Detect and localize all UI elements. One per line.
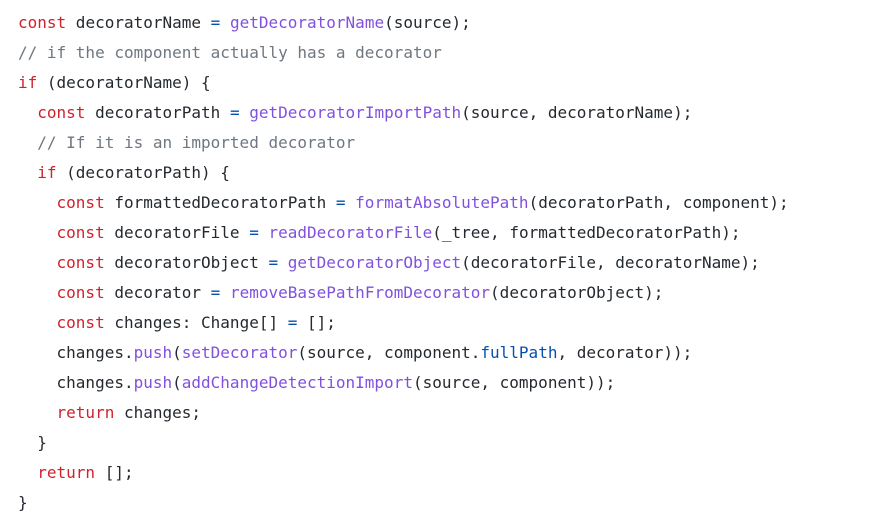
code-token: const bbox=[56, 283, 105, 302]
code-token: = bbox=[287, 313, 298, 332]
code-token: const bbox=[56, 253, 105, 272]
code-line: const decoratorFile = readDecoratorFile(… bbox=[18, 218, 741, 248]
code-token: return bbox=[56, 403, 115, 422]
code-line: const decoratorPath = getDecoratorImport… bbox=[18, 98, 692, 128]
code-token: = bbox=[268, 253, 279, 272]
code-token: setDecorator bbox=[181, 343, 298, 362]
code-token: (decoratorPath) { bbox=[56, 163, 230, 182]
code-token: []; bbox=[95, 463, 134, 482]
code-token: } bbox=[18, 493, 28, 512]
code-token: formatAbsolutePath bbox=[355, 193, 529, 212]
code-token: changes; bbox=[114, 403, 202, 422]
code-line: } bbox=[18, 488, 28, 518]
code-token: changes. bbox=[18, 343, 134, 362]
code-token: ( bbox=[172, 373, 182, 392]
code-token: (source, component. bbox=[297, 343, 481, 362]
code-token: decoratorFile bbox=[104, 223, 250, 242]
code-token: readDecoratorFile bbox=[268, 223, 433, 242]
code-line: const decoratorName = getDecoratorName(s… bbox=[18, 8, 471, 38]
code-token: (_tree, formattedDecoratorPath); bbox=[432, 223, 741, 242]
code-token: fullPath bbox=[480, 343, 558, 362]
code-token: push bbox=[133, 373, 173, 392]
code-token: (decoratorObject); bbox=[490, 283, 664, 302]
code-token: = bbox=[249, 223, 259, 242]
code-token: const bbox=[56, 193, 105, 212]
code-line: const formattedDecoratorPath = formatAbs… bbox=[18, 188, 789, 218]
code-token: changes: Change[] bbox=[104, 313, 288, 332]
code-line: } bbox=[18, 428, 47, 458]
code-line: const changes: Change[] = []; bbox=[18, 308, 336, 338]
code-token: // If it is an imported decorator bbox=[37, 133, 356, 152]
code-token: } bbox=[18, 433, 47, 452]
code-token: removeBasePathFromDecorator bbox=[229, 283, 491, 302]
code-token: ( bbox=[172, 343, 182, 362]
code-token: // if the component actually has a decor… bbox=[18, 43, 442, 62]
code-token: getDecoratorImportPath bbox=[249, 103, 462, 122]
code-token: if bbox=[18, 73, 38, 92]
code-token: = bbox=[210, 13, 221, 32]
code-token: push bbox=[133, 343, 173, 362]
code-token: decoratorObject bbox=[104, 253, 269, 272]
code-token: (source); bbox=[384, 13, 471, 32]
code-token: formattedDecoratorPath bbox=[104, 193, 336, 212]
code-token: (decoratorFile, decoratorName); bbox=[461, 253, 760, 272]
code-line: if (decoratorName) { bbox=[18, 68, 211, 98]
code-line: // if the component actually has a decor… bbox=[18, 38, 442, 68]
code-line: const decoratorObject = getDecoratorObje… bbox=[18, 248, 760, 278]
code-token: (source, decoratorName); bbox=[461, 103, 693, 122]
code-token: (decoratorPath, component); bbox=[528, 193, 789, 212]
code-token: getDecoratorObject bbox=[287, 253, 462, 272]
code-line: changes.push(setDecorator(source, compon… bbox=[18, 338, 693, 368]
code-token: = bbox=[335, 193, 346, 212]
code-token: const bbox=[56, 223, 105, 242]
code-token: getDecoratorName bbox=[229, 13, 385, 32]
code-line: return []; bbox=[18, 458, 134, 488]
code-line: // If it is an imported decorator bbox=[18, 128, 355, 158]
code-line: if (decoratorPath) { bbox=[18, 158, 230, 188]
code-token: , decorator)); bbox=[557, 343, 693, 362]
code-token: addChangeDetectionImport bbox=[181, 373, 413, 392]
code-token: decoratorName bbox=[66, 13, 211, 32]
code-token: (source, component)); bbox=[412, 373, 616, 392]
code-token: = bbox=[210, 283, 221, 302]
code-token: const bbox=[18, 13, 67, 32]
code-token: (decoratorName) { bbox=[37, 73, 211, 92]
code-line: // bbox=[18, 0, 37, 8]
code-line: return changes; bbox=[18, 398, 202, 428]
code-token: if bbox=[37, 163, 57, 182]
code-token: const bbox=[37, 103, 86, 122]
code-token: changes. bbox=[18, 373, 134, 392]
code-token: decorator bbox=[104, 283, 211, 302]
code-token: const bbox=[56, 313, 105, 332]
code-token: decoratorPath bbox=[85, 103, 230, 122]
code-token: return bbox=[37, 463, 96, 482]
code-line: changes.push(addChangeDetectionImport(so… bbox=[18, 368, 616, 398]
code-token: // bbox=[18, 0, 37, 2]
code-line: const decorator = removeBasePathFromDeco… bbox=[18, 278, 664, 308]
code-token: []; bbox=[297, 313, 336, 332]
code-token: = bbox=[229, 103, 240, 122]
